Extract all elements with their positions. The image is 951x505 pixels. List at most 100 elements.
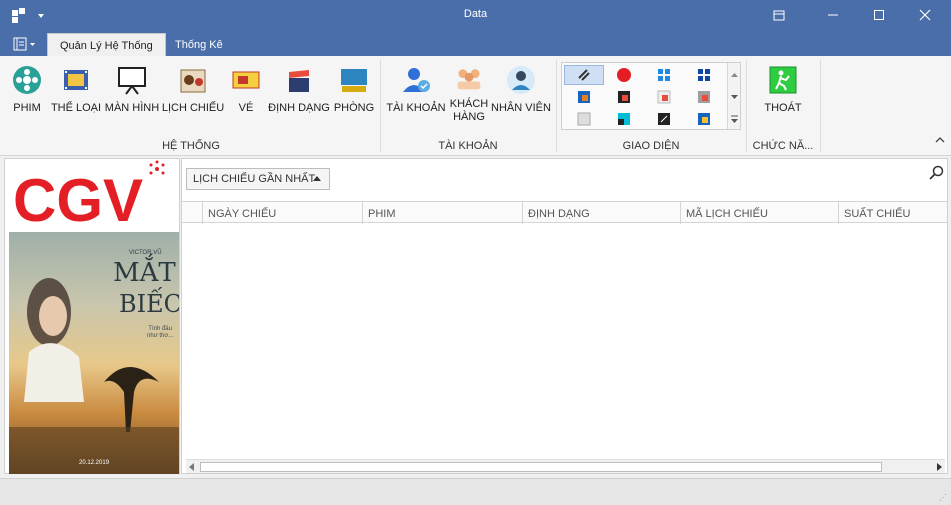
title-bar: Data: [0, 0, 951, 30]
nhan-vien-label: NHÂN VIÊN: [491, 102, 551, 114]
group-separator: [746, 60, 747, 152]
main-window: Data Quản Lý Hệ Thống Thống Kê PHIM THỂ …: [0, 0, 951, 505]
skin-office-dark-icon: [618, 91, 630, 103]
cgv-logo-star: [149, 160, 165, 175]
close-button[interactable]: [902, 0, 948, 30]
column-dinh-dang[interactable]: ĐỊNH DẠNG: [522, 202, 680, 224]
column-suat-chieu[interactable]: SUẤT CHIẾU: [838, 202, 947, 224]
skin-office-white-icon: [657, 90, 671, 104]
ribbon-collapse-button[interactable]: [935, 136, 945, 147]
skin-item-3[interactable]: [644, 65, 684, 85]
resize-grip-icon[interactable]: ⋰: [939, 493, 947, 502]
cinema-schedule-icon: [180, 69, 206, 93]
chevron-up-icon: [935, 137, 945, 143]
group-label-giao-dien: GIAO DIỆN: [622, 140, 680, 152]
poster-panel: CGV VICTOR VŨ MẮT BIẾC Tình đầu như thơ.…: [4, 158, 180, 474]
minimize-icon: [828, 14, 838, 16]
nhan-vien-button[interactable]: NHÂN VIÊN: [491, 64, 551, 124]
column-ngay-chieu[interactable]: NGÀY CHIẾU: [202, 202, 362, 224]
column-phim[interactable]: PHIM: [362, 202, 522, 224]
poster-title-line2: BIẾC: [119, 290, 179, 318]
poster-tagline-2: như thơ...: [147, 333, 174, 339]
poster-tagline-1: Tình đầu: [148, 326, 172, 332]
window-title: Data: [463, 8, 488, 20]
lich-chieu-button[interactable]: LỊCH CHIẾU: [162, 64, 224, 124]
skin-item-9[interactable]: [564, 109, 604, 129]
skin-item-8[interactable]: [684, 87, 724, 107]
poster-date: 20.12.2019: [79, 460, 110, 466]
cgv-logo: CGV: [13, 160, 165, 233]
tab-thong-ke[interactable]: Thống Kê: [163, 33, 235, 56]
minimize-button[interactable]: [810, 0, 856, 30]
man-hinh-label: MÀN HÌNH: [104, 102, 160, 114]
exit-icon: [769, 66, 797, 94]
ve-button[interactable]: VÉ: [228, 64, 264, 124]
horizontal-scrollbar[interactable]: [186, 459, 945, 473]
skin-item-4[interactable]: [684, 65, 724, 85]
skin-item-7[interactable]: [644, 87, 684, 107]
khach-hang-button[interactable]: KHÁCH HÀNG: [448, 64, 490, 124]
man-hinh-button[interactable]: MÀN HÌNH: [104, 64, 160, 124]
group-by-label: LỊCH CHIẾU GẦN NHẤT: [193, 173, 316, 185]
account-icon: [403, 68, 430, 92]
projector-screen-icon: [118, 67, 146, 95]
grid-column-headers: NGÀY CHIẾU PHIM ĐỊNH DẠNG MÃ LỊCH CHIẾU …: [182, 201, 947, 224]
phong-button[interactable]: PHÒNG: [334, 64, 374, 124]
group-separator: [380, 60, 381, 152]
dinh-dang-button[interactable]: ĐỊNH DẠNG: [268, 64, 330, 124]
menu-icon: [13, 37, 35, 51]
app-menu-button[interactable]: [8, 34, 40, 54]
cinema-hall-icon: [341, 69, 367, 92]
tai-khoan-button[interactable]: TÀI KHOẢN: [386, 64, 446, 124]
khach-hang-label-2: HÀNG: [453, 111, 485, 123]
find-button[interactable]: [929, 165, 945, 181]
skin-black-icon: [658, 113, 670, 125]
skin-windows-icon: [658, 69, 670, 81]
cgv-logo-text: CGV: [13, 167, 143, 233]
scroll-right-icon[interactable]: [937, 463, 942, 471]
maximize-button[interactable]: [856, 0, 902, 30]
group-label-tai-khoan: TÀI KHOẢN: [438, 140, 498, 152]
group-label-chuc-nang: CHỨC NĂ...: [752, 140, 814, 152]
film-reel-icon: [13, 66, 41, 94]
skin-item-11[interactable]: [644, 109, 684, 129]
employee-icon: [507, 66, 535, 94]
skin-item-1[interactable]: [564, 65, 604, 85]
column-ma-lich-chieu[interactable]: MÃ LỊCH CHIẾU: [680, 202, 838, 224]
status-bar: ⋰: [0, 478, 951, 505]
scrollbar-thumb[interactable]: [200, 462, 882, 472]
ribbon-tab-strip: Quản Lý Hệ Thống Thống Kê: [0, 30, 951, 56]
skin-gallery[interactable]: [561, 62, 741, 130]
row-indicator-header: [182, 202, 202, 224]
thoat-button[interactable]: THOÁT: [760, 64, 806, 124]
skin-windows-dark-icon: [698, 69, 710, 81]
skin-item-5[interactable]: [564, 87, 604, 107]
skin-item-2[interactable]: [604, 65, 644, 85]
phim-label: PHIM: [13, 102, 41, 114]
tab-quan-ly-he-thong[interactable]: Quản Lý Hệ Thống: [47, 33, 166, 56]
movie-poster: VICTOR VŨ MẮT BIẾC Tình đầu như thơ... 2…: [9, 232, 179, 474]
skin-item-10[interactable]: [604, 109, 644, 129]
restore-layout-button[interactable]: [756, 0, 802, 30]
group-separator: [820, 60, 821, 152]
skin-light-icon: [577, 112, 591, 126]
group-separator: [556, 60, 557, 152]
skin-dark-icon: [578, 69, 590, 81]
poster-tagline: Tình đầu như thơ...: [147, 326, 173, 340]
group-label-he-thong: HỆ THỐNG: [162, 140, 220, 152]
skin-item-12[interactable]: [684, 109, 724, 129]
phong-label: PHÒNG: [333, 102, 375, 114]
skin-office-gray-icon: [698, 91, 710, 103]
tai-khoan-label: TÀI KHOẢN: [386, 102, 446, 114]
skin-item-6[interactable]: [604, 87, 644, 107]
thoat-label: THOÁT: [764, 102, 802, 114]
window-layout-icon: [773, 10, 785, 21]
gallery-scrollbar[interactable]: [727, 63, 740, 129]
scroll-left-icon[interactable]: [189, 463, 194, 471]
the-loai-button[interactable]: THỂ LOẠI: [50, 64, 102, 124]
ribbon: PHIM THỂ LOẠI MÀN HÌNH LỊCH CHIẾU VÉ ĐỊN…: [0, 56, 951, 156]
group-by-header[interactable]: LỊCH CHIẾU GẦN NHẤT: [186, 168, 330, 190]
phim-button[interactable]: PHIM: [8, 64, 46, 124]
sort-ascending-icon: [313, 176, 321, 181]
skin-teal-icon: [618, 113, 630, 125]
